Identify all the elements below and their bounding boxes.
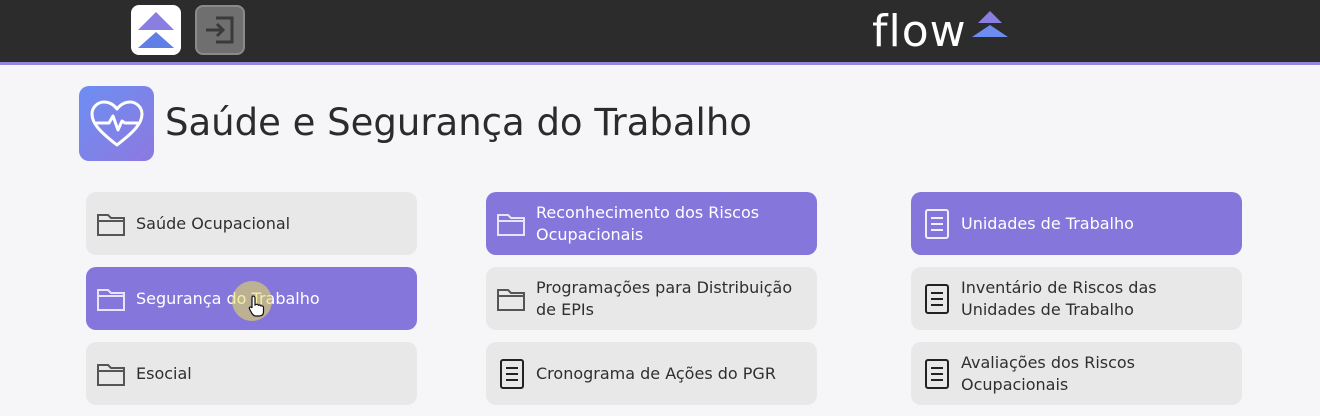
folder-icon — [96, 208, 128, 240]
menu-card-unidades-de-trabalho[interactable]: Unidades de Trabalho — [911, 192, 1242, 255]
menu-card-label: Reconhecimento dos Riscos Ocupacionais — [536, 202, 760, 244]
menu-card-label: Saúde Ocupacional — [136, 213, 291, 233]
top-bar: flow — [0, 0, 1320, 65]
menu-card-cronograma-pgr[interactable]: Cronograma de Ações do PGR — [486, 342, 817, 405]
menu-card-saude-ocupacional[interactable]: Saúde Ocupacional — [86, 192, 417, 255]
folder-icon — [496, 208, 528, 240]
mouse-cursor — [232, 281, 272, 321]
menu-card-label: Cronograma de Ações do PGR — [536, 363, 776, 383]
home-button[interactable] — [131, 5, 181, 55]
menu-card-avaliacoes-riscos[interactable]: Avaliações dos Riscos Ocupacionais — [911, 342, 1242, 405]
page-icon — [79, 86, 154, 161]
document-icon — [921, 283, 953, 315]
page-title: Saúde e Segurança do Trabalho — [165, 101, 752, 144]
menu-card-label: Esocial — [136, 363, 192, 383]
logout-button[interactable] — [195, 5, 245, 55]
brand-mark-icon — [972, 11, 1008, 37]
menu-card-label: Inventário de Riscos das Unidades de Tra… — [961, 277, 1157, 319]
logout-icon — [206, 16, 234, 44]
menu-card-esocial[interactable]: Esocial — [86, 342, 417, 405]
folder-icon — [96, 283, 128, 315]
menu-card-programacoes-epis[interactable]: Programações para Distribuição de EPIs — [486, 267, 817, 330]
document-icon — [921, 358, 953, 390]
hand-pointer-icon — [248, 295, 265, 317]
brand-logo: flow — [872, 4, 1008, 60]
brand-text: flow — [872, 6, 967, 57]
menu-card-label: Programações para Distribuição de EPIs — [536, 277, 793, 319]
heart-pulse-icon — [90, 100, 143, 146]
document-icon — [921, 208, 953, 240]
menu-card-inventario-riscos[interactable]: Inventário de Riscos das Unidades de Tra… — [911, 267, 1242, 330]
document-icon — [496, 358, 528, 390]
menu-card-label: Avaliações dos Riscos Ocupacionais — [961, 352, 1136, 394]
menu-card-label: Unidades de Trabalho — [961, 213, 1134, 233]
home-logo-icon — [138, 12, 174, 48]
folder-icon — [96, 358, 128, 390]
menu-card-reconhecimento-riscos[interactable]: Reconhecimento dos Riscos Ocupacionais — [486, 192, 817, 255]
folder-icon — [496, 283, 528, 315]
